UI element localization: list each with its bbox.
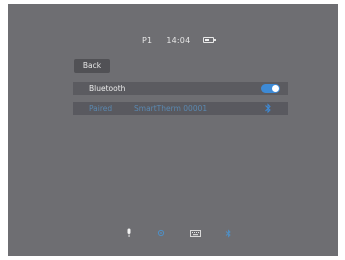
paired-status: Paired — [89, 104, 113, 113]
keyboard-icon[interactable] — [189, 226, 201, 240]
back-button[interactable]: Back — [74, 59, 110, 73]
bluetooth-label: Bluetooth — [89, 84, 126, 93]
status-bar: P1 14:04 — [142, 33, 217, 47]
bluetooth-icon[interactable] — [223, 226, 233, 240]
bottom-toolbar — [8, 226, 338, 240]
microphone-icon[interactable] — [125, 226, 133, 240]
battery-icon — [203, 37, 217, 43]
clock: 14:04 — [166, 35, 191, 45]
bluetooth-icon — [265, 103, 271, 114]
paired-device-row[interactable]: Paired SmartTherm 00001 — [73, 102, 288, 115]
paired-device-name: SmartTherm 00001 — [134, 104, 208, 113]
bluetooth-setting-row[interactable]: Bluetooth — [73, 82, 288, 95]
gear-icon[interactable] — [156, 226, 166, 240]
device-screen: P1 14:04 Back Bluetooth Paired SmartTher… — [8, 4, 338, 256]
bluetooth-toggle[interactable] — [261, 84, 280, 93]
profile-indicator: P1 — [142, 35, 153, 45]
